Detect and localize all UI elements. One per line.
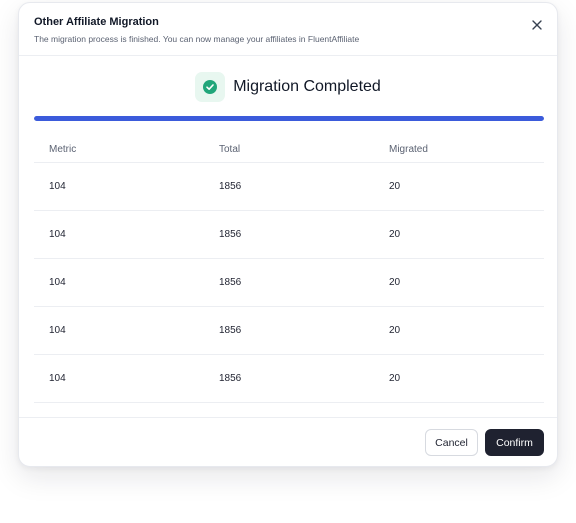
column-header-total: Total: [219, 144, 241, 155]
dialog-subtitle: The migration process is finished. You c…: [34, 34, 360, 44]
migration-status: Migration Completed: [19, 71, 557, 103]
cell-metric: 104: [49, 229, 66, 240]
table-header: Metric Total Migrated: [34, 137, 544, 163]
status-text: Migration Completed: [233, 78, 381, 95]
progress-fill: [34, 116, 544, 121]
status-badge: [195, 72, 226, 102]
cancel-button[interactable]: Cancel: [425, 429, 478, 456]
progress-bar: [34, 116, 544, 121]
cell-migrated: 20: [389, 181, 401, 192]
confirm-button[interactable]: Confirm: [485, 429, 544, 456]
cell-total: 1856: [219, 373, 242, 384]
cell-total: 1856: [219, 229, 242, 240]
cell-migrated: 20: [389, 373, 401, 384]
cell-total: 1856: [219, 277, 242, 288]
cell-metric: 104: [49, 181, 66, 192]
migration-dialog: Other Affiliate Migration The migration …: [18, 2, 558, 467]
cell-migrated: 20: [389, 277, 401, 288]
table-row: 104 1856 20: [34, 163, 544, 211]
close-icon: [532, 20, 542, 30]
table-row: 104 1856 20: [34, 307, 544, 355]
dialog-title: Other Affiliate Migration: [34, 16, 159, 28]
migration-table: Metric Total Migrated 104 1856 20 104 18…: [34, 137, 544, 403]
close-button[interactable]: [527, 15, 547, 35]
cell-metric: 104: [49, 277, 66, 288]
cell-migrated: 20: [389, 325, 401, 336]
cell-total: 1856: [219, 325, 242, 336]
dialog-footer: Cancel Confirm: [19, 417, 557, 466]
table-row: 104 1856 20: [34, 211, 544, 259]
table-row: 104 1856 20: [34, 259, 544, 307]
check-circle-icon: [203, 80, 218, 94]
cell-metric: 104: [49, 373, 66, 384]
dialog-header: Other Affiliate Migration The migration …: [19, 3, 557, 56]
cell-migrated: 20: [389, 229, 401, 240]
column-header-migrated: Migrated: [389, 144, 428, 155]
column-header-metric: Metric: [49, 144, 77, 155]
table-row: 104 1856 20: [34, 355, 544, 403]
cell-metric: 104: [49, 325, 66, 336]
cell-total: 1856: [219, 181, 242, 192]
